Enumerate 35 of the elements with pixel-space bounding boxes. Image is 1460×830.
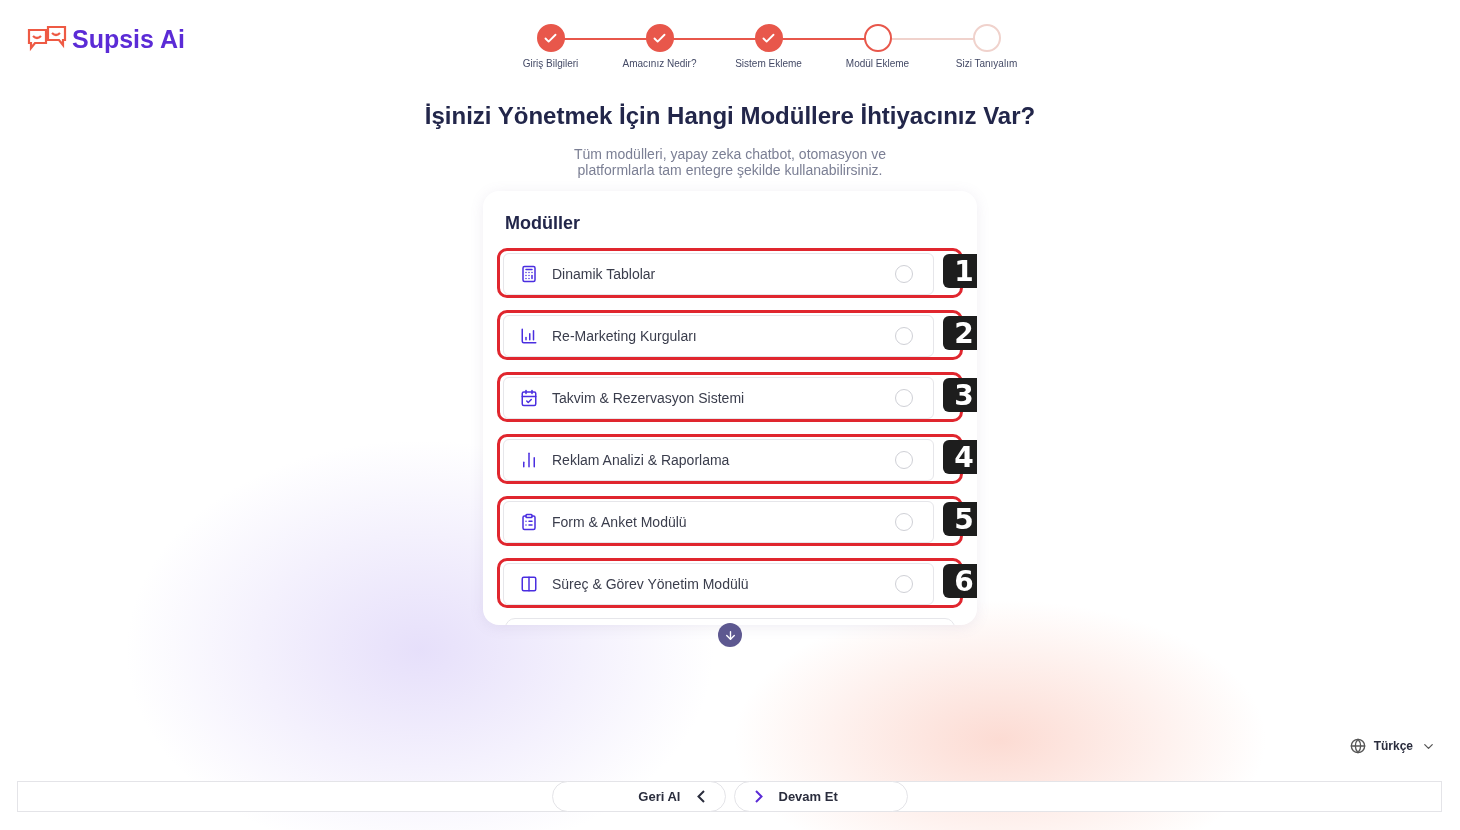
chevron-right-icon [754, 790, 763, 803]
step-label: Sizi Tanıyalım [955, 58, 1018, 69]
module-icon [520, 389, 538, 407]
arrow-down-icon [723, 628, 737, 642]
back-button[interactable]: Geri Al [551, 781, 726, 812]
module-icon [520, 451, 538, 469]
module-icon [520, 575, 538, 593]
module-option[interactable]: Form & Anket Modülü [503, 501, 934, 543]
annotation-number: 2 [943, 316, 977, 350]
step-label: Modül Ekleme [845, 58, 910, 69]
module-icon [520, 265, 538, 283]
module-option[interactable]: Süreç & Görev Yönetim Modülü [503, 563, 934, 605]
annotation-number: 1 [943, 254, 977, 288]
step-label: Amacınız Nedir? [622, 58, 697, 69]
annotation-number: 6 [943, 564, 977, 598]
language-selector[interactable]: Türkçe [1347, 736, 1438, 756]
scroll-down-button[interactable] [718, 623, 742, 647]
logo-text: Supsis Ai [72, 24, 185, 54]
annotation-number: 4 [943, 440, 977, 474]
step-label: Sistem Ekleme [735, 58, 802, 69]
card-heading: Modüller [505, 213, 581, 234]
annotation-number: 3 [943, 378, 977, 412]
module-option[interactable]: Reklam Analizi & Raporlama [503, 439, 934, 481]
page-subtitle: Tüm modülleri, yapay zeka chatbot, otomasyon ve platformlarla tam entegre şekilde kullanabilirsiniz. [572, 146, 887, 178]
chevron-left-icon [696, 790, 705, 803]
page-title: İşinizi Yönetmek İçin Hangi Modüllere İhtiyacınız Var? [424, 102, 1036, 130]
step-label: Giriş Bilgileri [522, 58, 579, 69]
globe-icon [1349, 738, 1366, 754]
module-icon [520, 513, 538, 531]
module-option[interactable]: Dinamik Tablolar [503, 253, 934, 295]
next-button[interactable]: Devam Et [733, 781, 908, 812]
module-icon [520, 327, 538, 345]
module-option[interactable]: Takvim & Rezervasyon Sistemi [503, 377, 934, 419]
module-option[interactable]: Re-Marketing Kurguları [503, 315, 934, 357]
annotation-number: 5 [943, 502, 977, 536]
